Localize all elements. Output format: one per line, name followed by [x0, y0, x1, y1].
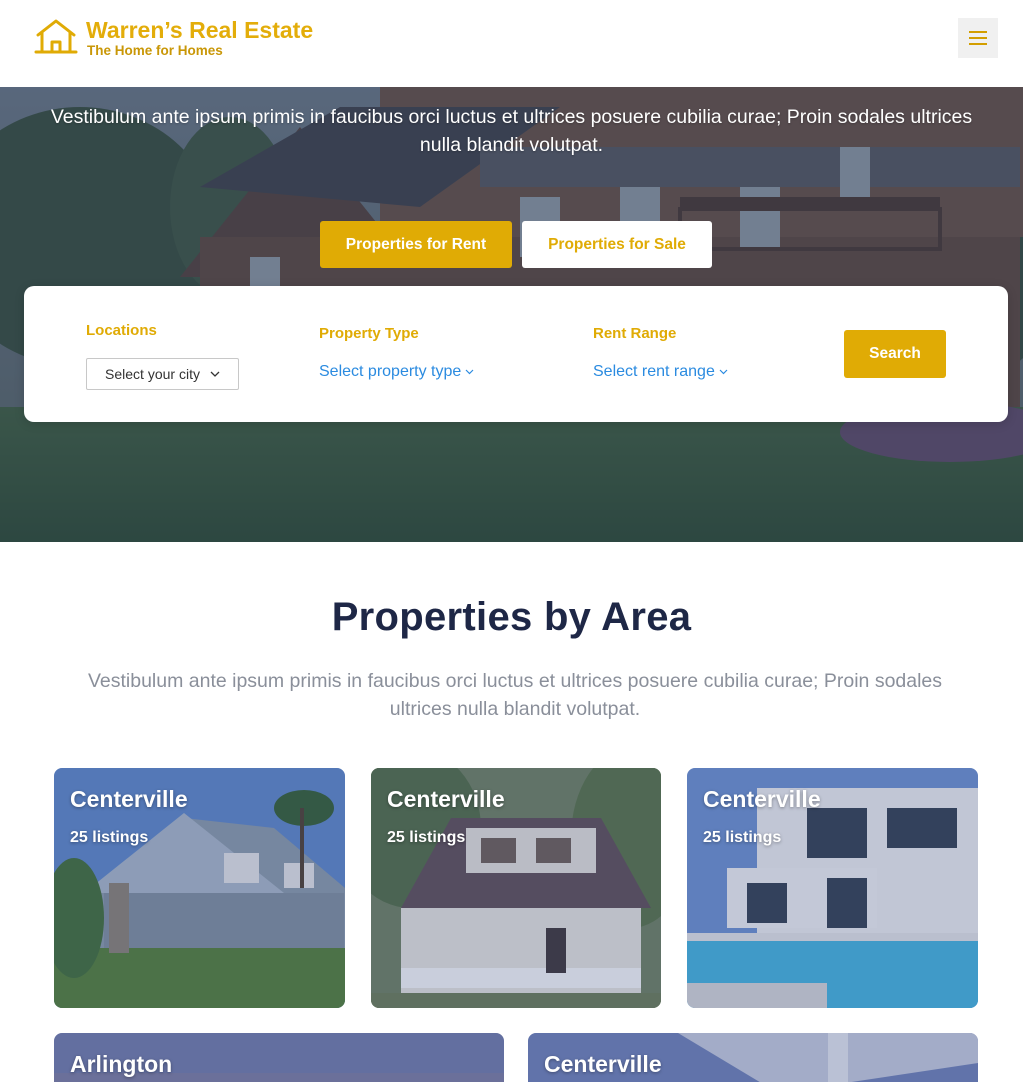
rent-range-select[interactable]: Select rent range [593, 363, 728, 381]
area-name: Centerville [387, 786, 505, 812]
house-logo-icon [34, 19, 78, 54]
listing-count: 25 listings [387, 829, 466, 846]
city-select-value: Select your city [105, 366, 200, 382]
property-type-value: Select property type [319, 363, 462, 380]
section-title: Properties by Area [331, 595, 692, 639]
area-name: Arlington [70, 1051, 173, 1077]
hamburger-menu-icon [969, 31, 987, 45]
brand-tagline: The Home for Homes [87, 43, 223, 58]
search-panel: Locations Select your city Property Type… [24, 286, 1008, 422]
area-name: Centerville [544, 1051, 662, 1077]
chevron-down-icon [465, 369, 474, 375]
area-card[interactable]: Centerville 25 listings [371, 768, 661, 1008]
hero-section: Vestibulum ante ipsum primis in faucibus… [0, 87, 1023, 542]
locations-label: Locations [86, 322, 157, 339]
hero-text: Vestibulum ante ipsum primis in faucibus… [50, 106, 973, 156]
menu-button[interactable] [958, 18, 998, 58]
section-subtitle: Vestibulum ante ipsum primis in faucibus… [87, 670, 943, 720]
area-name: Centerville [70, 786, 188, 812]
brand-logo[interactable]: Warren’s Real Estate The Home for Homes [34, 17, 313, 59]
chevron-down-icon [719, 369, 728, 375]
brand-name: Warren’s Real Estate [86, 17, 314, 43]
city-select[interactable]: Select your city [86, 358, 239, 390]
area-card[interactable]: Centerville [528, 1033, 978, 1082]
rent-range-value: Select rent range [593, 363, 715, 380]
property-type-label: Property Type [319, 325, 419, 342]
property-type-select[interactable]: Select property type [319, 363, 474, 381]
area-card[interactable]: Centerville 25 listings [687, 768, 978, 1008]
listing-count: 25 listings [70, 829, 149, 846]
listing-count: 25 listings [703, 829, 782, 846]
tab-properties-for-sale[interactable]: Properties for Sale [522, 221, 712, 268]
rent-range-label: Rent Range [593, 325, 677, 342]
area-name: Centerville [703, 786, 821, 812]
search-button[interactable]: Search [844, 330, 946, 378]
chevron-down-icon [210, 371, 220, 377]
area-card[interactable]: Centerville 25 listings [54, 768, 345, 1008]
tab-properties-for-rent[interactable]: Properties for Rent [320, 221, 512, 268]
site-header: Warren’s Real Estate The Home for Homes [0, 0, 1023, 87]
area-card[interactable]: Arlington [54, 1033, 504, 1082]
